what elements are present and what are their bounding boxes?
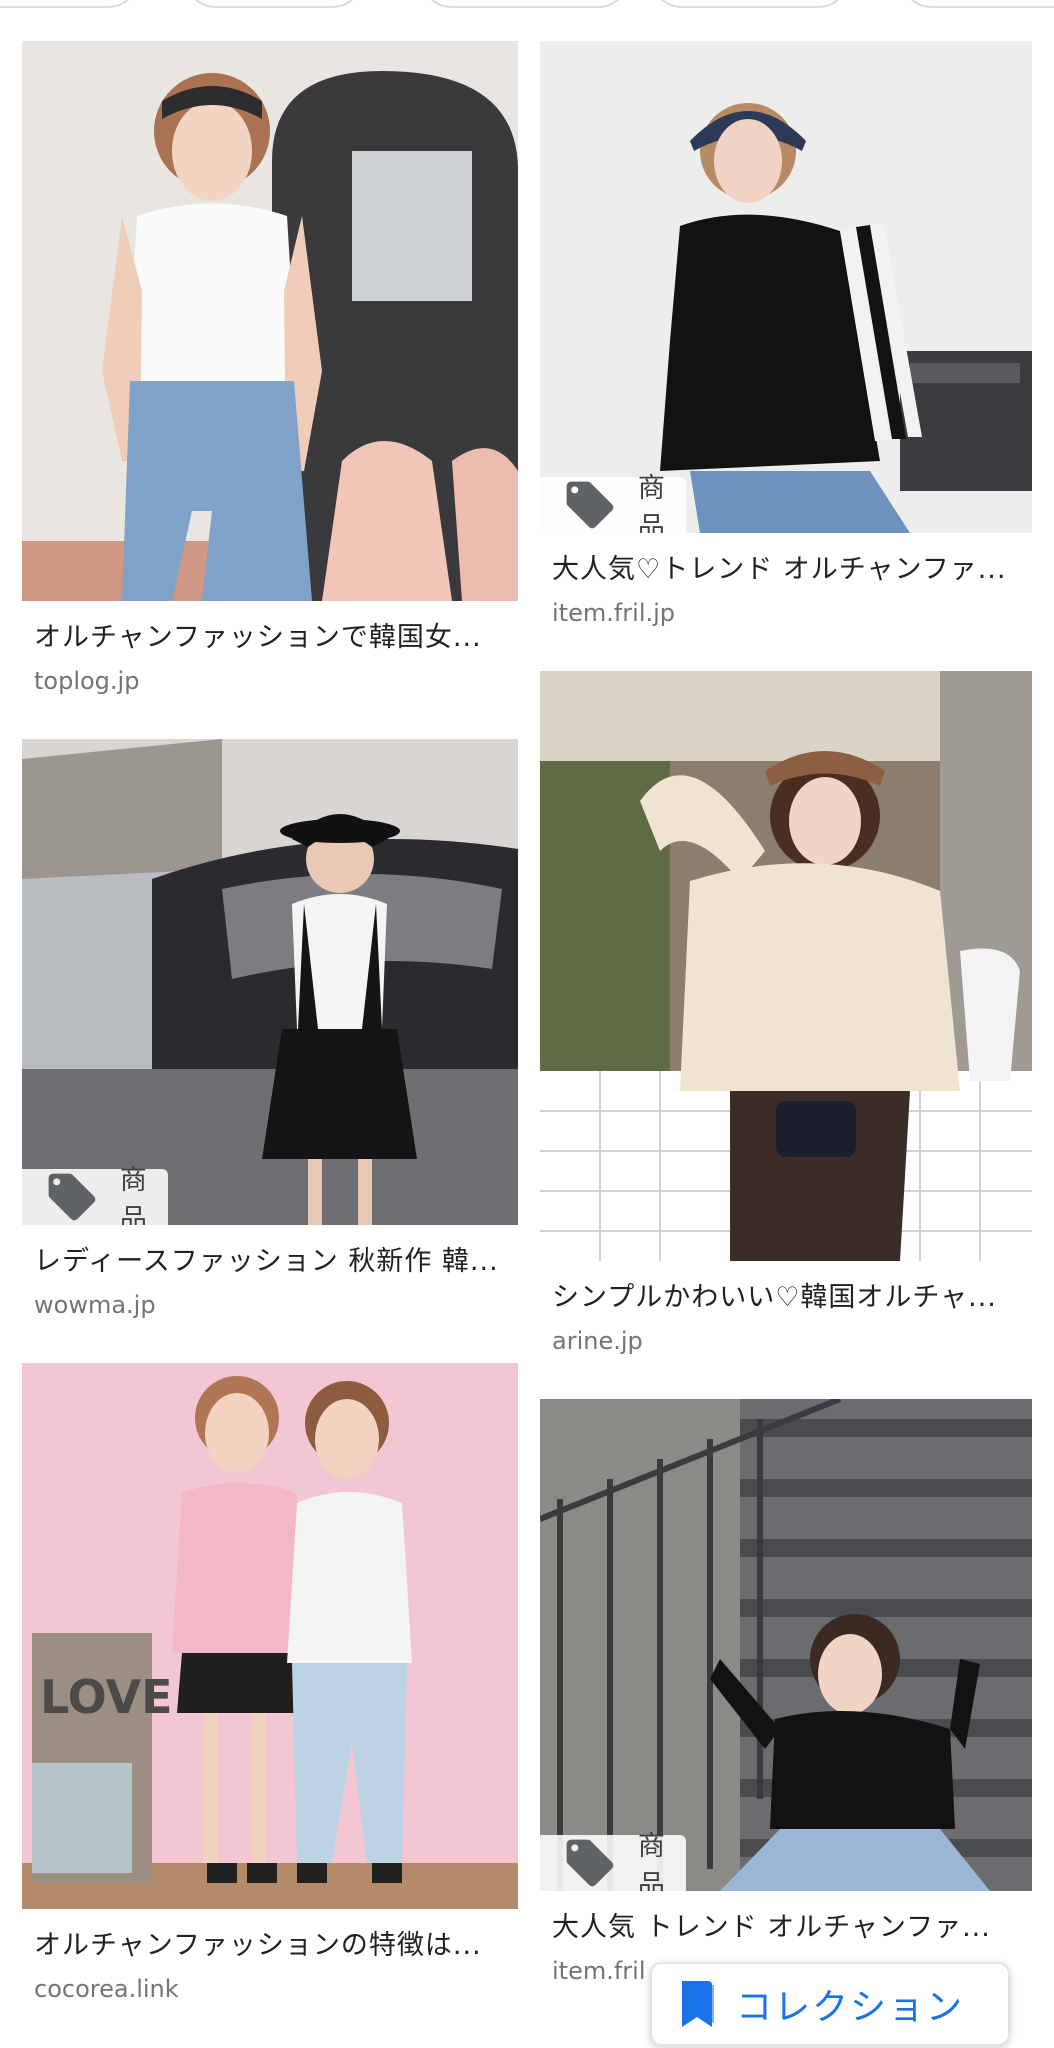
result-image[interactable]: 商品 — [22, 739, 518, 1225]
filter-chip[interactable] — [420, 0, 630, 8]
collection-label: コレクション — [736, 1987, 965, 2028]
collection-button[interactable]: コレクション — [650, 1962, 1010, 2046]
result-source: wowma.jp — [34, 1291, 156, 1319]
product-tag-label: 商品 — [119, 1165, 147, 1225]
product-tag-label: 商品 — [637, 473, 665, 533]
image-result-card[interactable]: シンプルかわいい♡韓国オルチャ... arine.jp — [540, 671, 1032, 1357]
results-column-left: オルチャンファッションで韓国女... toplog.jp 商品 レディースファッ… — [22, 41, 518, 2047]
bookmark-icon — [682, 1981, 714, 2027]
product-tag: 商品 — [540, 473, 686, 533]
filter-chip[interactable] — [900, 0, 1054, 8]
result-source: arine.jp — [552, 1327, 643, 1355]
price-tag-icon — [48, 1173, 96, 1221]
filter-chips-row — [0, 0, 1054, 14]
product-tag-label: 商品 — [637, 1831, 665, 1891]
price-tag-icon — [566, 481, 614, 529]
result-image[interactable]: 商品 — [540, 41, 1032, 533]
price-tag-icon — [566, 1839, 614, 1887]
image-result-card[interactable]: 商品 レディースファッション 秋新作 韓... wowma.jp — [22, 739, 518, 1321]
result-source: item.fril.jp — [552, 599, 676, 627]
filter-chip[interactable] — [0, 0, 140, 8]
result-title[interactable]: シンプルかわいい♡韓国オルチャ... — [540, 1279, 1032, 1317]
product-tag: 商品 — [540, 1831, 686, 1891]
image-result-card[interactable]: 商品 大人気♡トレンド オルチャンファ... item.fril.jp — [540, 41, 1032, 629]
filter-chip[interactable] — [184, 0, 364, 8]
result-title[interactable]: レディースファッション 秋新作 韓... — [22, 1243, 518, 1281]
svg-text:LOVE: LOVE — [40, 1670, 173, 1724]
result-source: toplog.jp — [34, 667, 140, 695]
image-result-card[interactable]: LOVE オルチャンファッションの特徴は... cocorea.link — [22, 1363, 518, 2005]
result-image[interactable] — [540, 671, 1032, 1261]
result-image[interactable]: 商品 — [540, 1399, 1032, 1891]
result-title[interactable]: 大人気 トレンド オルチャンファ... — [540, 1909, 1032, 1947]
results-column-right: 商品 大人気♡トレンド オルチャンファ... item.fril.jp シンプル… — [540, 41, 1032, 2029]
result-title[interactable]: オルチャンファッションで韓国女... — [22, 619, 518, 657]
result-title[interactable]: オルチャンファッションの特徴は... — [22, 1927, 518, 1965]
image-result-card[interactable]: オルチャンファッションで韓国女... toplog.jp — [22, 41, 518, 697]
filter-chip[interactable] — [650, 0, 850, 8]
image-result-card[interactable]: 商品 大人気 トレンド オルチャンファ... item.fril — [540, 1399, 1032, 1987]
result-source: cocorea.link — [34, 1975, 179, 2003]
result-title[interactable]: 大人気♡トレンド オルチャンファ... — [540, 551, 1032, 589]
product-tag: 商品 — [22, 1165, 168, 1225]
result-image[interactable] — [22, 41, 518, 601]
result-image[interactable]: LOVE — [22, 1363, 518, 1909]
